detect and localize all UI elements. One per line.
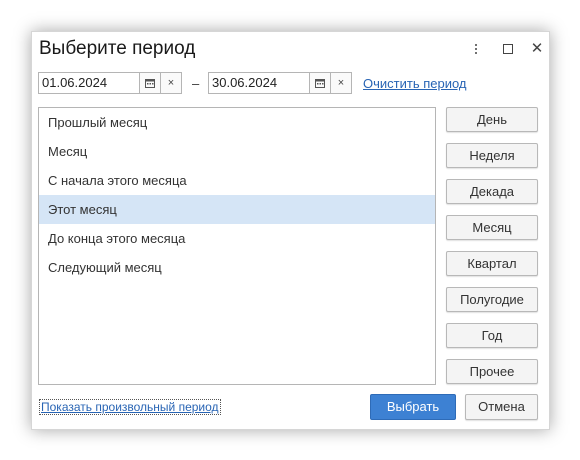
end-clear-button[interactable]: ×	[330, 72, 352, 94]
start-calendar-button[interactable]	[139, 72, 161, 94]
list-item[interactable]: С начала этого месяца	[39, 166, 435, 195]
cancel-button[interactable]: Отмена	[465, 394, 538, 420]
clear-period-link[interactable]: Очистить период	[363, 76, 467, 91]
close-icon[interactable]: ✕	[529, 41, 545, 57]
period-halfyear-button[interactable]: Полугодие	[446, 287, 538, 312]
maximize-icon[interactable]	[500, 41, 516, 57]
list-item[interactable]: Месяц	[39, 137, 435, 166]
select-button[interactable]: Выбрать	[370, 394, 456, 420]
show-custom-period-link[interactable]: Показать произвольный период	[39, 399, 221, 415]
start-clear-button[interactable]: ×	[160, 72, 182, 94]
list-item[interactable]: Прошлый месяц	[39, 108, 435, 137]
period-month-button[interactable]: Месяц	[446, 215, 538, 240]
period-dialog: Выберите период ✕ 01.06.2024 × – 30.06.2…	[31, 31, 550, 430]
period-other-button[interactable]: Прочее	[446, 359, 538, 384]
date-separator: –	[192, 76, 200, 91]
period-quarter-button[interactable]: Квартал	[446, 251, 538, 276]
start-date-input[interactable]: 01.06.2024	[38, 72, 140, 94]
list-item-selected[interactable]: Этот месяц	[39, 195, 435, 224]
period-decade-button[interactable]: Декада	[446, 179, 538, 204]
period-week-button[interactable]: Неделя	[446, 143, 538, 168]
preset-period-list: Прошлый месяц Месяц С начала этого месяц…	[38, 107, 436, 385]
vertical-dots-icon[interactable]	[468, 41, 484, 57]
list-item[interactable]: Следующий месяц	[39, 253, 435, 282]
end-date-input[interactable]: 30.06.2024	[208, 72, 310, 94]
period-day-button[interactable]: День	[446, 107, 538, 132]
calendar-icon	[145, 79, 155, 88]
period-year-button[interactable]: Год	[446, 323, 538, 348]
list-item[interactable]: До конца этого месяца	[39, 224, 435, 253]
end-calendar-button[interactable]	[309, 72, 331, 94]
dialog-title: Выберите период	[39, 38, 196, 59]
calendar-icon	[315, 79, 325, 88]
